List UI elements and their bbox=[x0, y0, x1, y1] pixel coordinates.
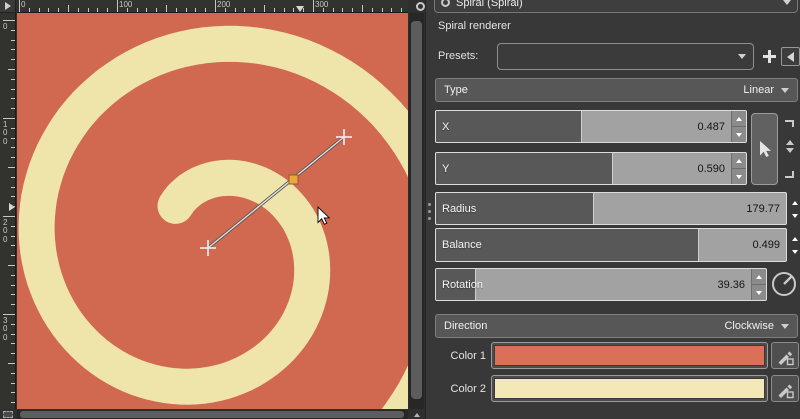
triangle-left-icon bbox=[787, 52, 794, 62]
radius-slider[interactable]: Radius 179.77 bbox=[435, 192, 787, 225]
y-slider-fill bbox=[436, 153, 613, 184]
spin-up-icon bbox=[756, 275, 762, 279]
vertical-scrollbar[interactable] bbox=[409, 13, 424, 409]
color1-picker-button[interactable] bbox=[771, 342, 799, 369]
color2-picker-button[interactable] bbox=[771, 375, 799, 402]
presets-label: Presets: bbox=[438, 50, 478, 62]
x-slider-label: X bbox=[442, 121, 449, 133]
color1-swatch bbox=[494, 345, 765, 366]
chain-bracket-bottom-icon bbox=[785, 171, 794, 178]
color2-swatch-button[interactable] bbox=[491, 375, 768, 402]
type-value: Linear bbox=[743, 84, 774, 96]
navigation-icon bbox=[414, 413, 420, 417]
presets-dropdown[interactable] bbox=[497, 43, 754, 70]
radius-slider-label: Radius bbox=[442, 203, 476, 215]
rotation-slider-value[interactable]: 39.36 bbox=[717, 279, 745, 291]
plus-icon bbox=[763, 50, 776, 63]
spiral-band bbox=[17, 44, 408, 409]
add-preset-button[interactable] bbox=[759, 46, 779, 67]
operation-title-header[interactable]: Spiral (Spiral) bbox=[434, 0, 798, 13]
color2-swatch bbox=[494, 378, 765, 399]
splitter-grip-icon[interactable] bbox=[428, 203, 431, 206]
x-slider-value[interactable]: 0.487 bbox=[697, 121, 725, 133]
horizontal-scrollbar[interactable] bbox=[17, 410, 408, 419]
spin-down-icon bbox=[756, 291, 762, 295]
color1-label: Color 1 bbox=[434, 342, 486, 369]
spin-up-icon bbox=[736, 117, 742, 121]
spiral-dialog-panel: Spiral (Spiral) Spiral renderer Presets:… bbox=[425, 0, 800, 419]
spiral-artwork bbox=[17, 13, 408, 409]
direction-dropdown[interactable]: Direction Clockwise bbox=[435, 314, 798, 338]
operation-description: Spiral renderer bbox=[438, 20, 511, 32]
horizontal-ruler[interactable]: 0100200300400 bbox=[17, 0, 408, 13]
direction-value: Clockwise bbox=[724, 320, 774, 332]
cursor-arrow-icon bbox=[758, 140, 772, 158]
horizontal-scrollbar-thumb[interactable] bbox=[20, 411, 404, 418]
broken-chain-icon bbox=[784, 140, 795, 153]
color1-swatch-button[interactable] bbox=[491, 342, 768, 369]
chevron-down-icon bbox=[738, 54, 746, 59]
color-picker-icon bbox=[775, 346, 795, 366]
spin-up-icon bbox=[792, 201, 798, 205]
x-spinner[interactable] bbox=[731, 111, 746, 142]
spin-up-icon bbox=[792, 237, 798, 241]
dial-knob-icon bbox=[769, 269, 799, 299]
y-slider[interactable]: Y 0.590 bbox=[435, 152, 747, 185]
spin-down-icon bbox=[736, 133, 742, 137]
spin-up-icon bbox=[736, 159, 742, 163]
spin-down-icon bbox=[736, 175, 742, 179]
tool-balance-handle[interactable] bbox=[289, 175, 298, 184]
balance-spinner[interactable] bbox=[788, 232, 800, 258]
color2-label: Color 2 bbox=[434, 375, 486, 402]
play-triangle-icon bbox=[5, 2, 11, 10]
quick-mask-icon bbox=[3, 411, 13, 418]
type-dropdown[interactable]: Type Linear bbox=[435, 78, 798, 102]
direction-label: Direction bbox=[444, 320, 724, 332]
spin-down-icon bbox=[792, 214, 798, 218]
x-slider[interactable]: X 0.487 bbox=[435, 110, 747, 143]
x-slider-fill bbox=[436, 111, 582, 142]
ruler-origin-menu-button[interactable] bbox=[0, 0, 16, 13]
chain-bracket-top-icon bbox=[785, 120, 794, 127]
radius-spinner[interactable] bbox=[788, 196, 800, 222]
vertical-scrollbar-thumb[interactable] bbox=[411, 21, 422, 399]
pick-position-button[interactable] bbox=[751, 113, 778, 185]
rotation-slider[interactable]: Rotation 39.36 bbox=[435, 268, 767, 301]
splitter-grip-icon[interactable] bbox=[428, 217, 431, 220]
color-picker-icon bbox=[775, 379, 795, 399]
rotation-slider-label: Rotation bbox=[442, 279, 483, 291]
chevron-down-icon bbox=[783, 0, 791, 5]
image-canvas[interactable] bbox=[17, 13, 408, 409]
operation-icon bbox=[441, 0, 450, 7]
rotation-dial-button[interactable] bbox=[769, 269, 799, 299]
circle-icon bbox=[416, 2, 425, 11]
link-xy-chain-button[interactable] bbox=[781, 120, 796, 178]
spin-down-icon bbox=[792, 250, 798, 254]
operation-title: Spiral (Spiral) bbox=[456, 0, 523, 9]
balance-slider-label: Balance bbox=[442, 239, 482, 251]
balance-slider-value[interactable]: 0.499 bbox=[752, 239, 780, 251]
quick-mask-toggle[interactable] bbox=[0, 410, 16, 419]
splitter-grip-icon[interactable] bbox=[428, 210, 431, 213]
navigation-button[interactable] bbox=[409, 410, 424, 419]
y-slider-label: Y bbox=[442, 163, 449, 175]
vertical-ruler[interactable]: 0100200300400 bbox=[0, 13, 16, 409]
rotation-spinner[interactable] bbox=[751, 269, 766, 300]
y-slider-value[interactable]: 0.590 bbox=[697, 163, 725, 175]
balance-slider[interactable]: Balance 0.499 bbox=[435, 228, 787, 262]
chevron-down-icon bbox=[781, 324, 789, 329]
gimp-window: 0100200300400 0100200300400 Spiral bbox=[0, 0, 800, 419]
type-label: Type bbox=[444, 84, 743, 96]
manage-presets-button[interactable] bbox=[781, 47, 800, 66]
radius-slider-value[interactable]: 179.77 bbox=[746, 203, 780, 215]
chevron-down-icon bbox=[781, 88, 789, 93]
y-spinner[interactable] bbox=[731, 153, 746, 184]
